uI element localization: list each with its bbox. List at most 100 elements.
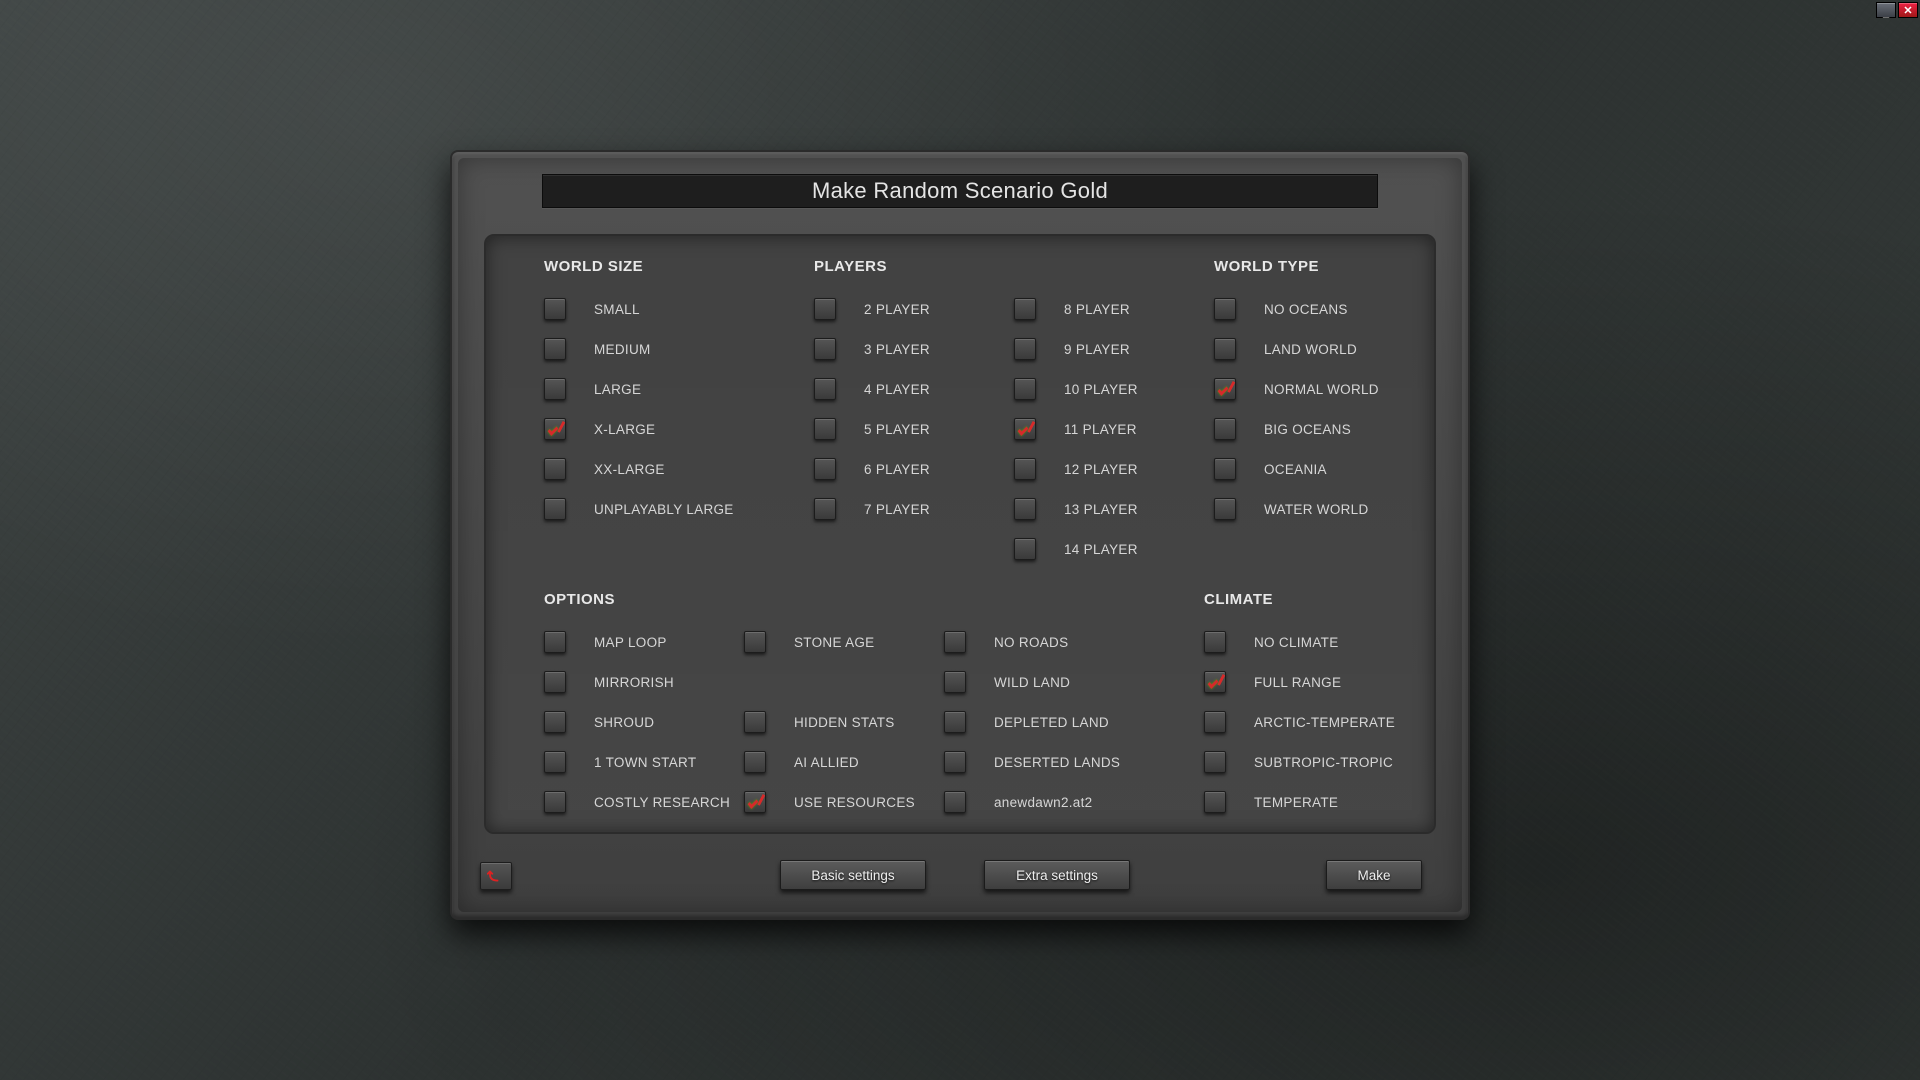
- checkbox[interactable]: [1014, 458, 1036, 480]
- checkbox[interactable]: [814, 418, 836, 440]
- players-option[interactable]: 7 PLAYER: [814, 489, 1014, 529]
- basic-settings-button[interactable]: Basic settings: [780, 860, 926, 890]
- world-type-option[interactable]: OCEANIA: [1214, 449, 1454, 489]
- checkbox[interactable]: [544, 711, 566, 733]
- players-option[interactable]: 6 PLAYER: [814, 449, 1014, 489]
- checkbox[interactable]: [1204, 631, 1226, 653]
- checkbox[interactable]: [944, 751, 966, 773]
- world-size-option[interactable]: XX-LARGE: [544, 449, 814, 489]
- make-button[interactable]: Make: [1326, 860, 1422, 890]
- back-arrow-icon: [487, 869, 505, 883]
- options-option[interactable]: DESERTED LANDS: [944, 742, 1204, 782]
- world-size-option[interactable]: LARGE: [544, 369, 814, 409]
- checkbox[interactable]: [1214, 498, 1236, 520]
- checkbox[interactable]: [814, 498, 836, 520]
- options-option[interactable]: SHROUD: [544, 702, 744, 742]
- checkbox[interactable]: [1014, 498, 1036, 520]
- close-button[interactable]: ✕: [1898, 2, 1918, 18]
- checkbox[interactable]: [744, 631, 766, 653]
- option-label: NO OCEANS: [1264, 302, 1348, 317]
- options-option[interactable]: COSTLY RESEARCH: [544, 782, 744, 822]
- climate-option[interactable]: SUBTROPIC-TROPIC: [1204, 742, 1424, 782]
- options-option[interactable]: anewdawn2.at2: [944, 782, 1204, 822]
- checkbox[interactable]: [744, 751, 766, 773]
- option-label: LARGE: [594, 382, 641, 397]
- options-option[interactable]: AI ALLIED: [744, 742, 944, 782]
- checkbox[interactable]: [814, 458, 836, 480]
- players-option[interactable]: 3 PLAYER: [814, 329, 1014, 369]
- option-label: 13 PLAYER: [1064, 502, 1138, 517]
- options-option[interactable]: USE RESOURCES: [744, 782, 944, 822]
- climate-option[interactable]: ARCTIC-TEMPERATE: [1204, 702, 1424, 742]
- world-size-option[interactable]: X-LARGE: [544, 409, 814, 449]
- players-option[interactable]: 14 PLAYER: [1014, 529, 1214, 569]
- checkbox[interactable]: [744, 791, 766, 813]
- checkbox[interactable]: [814, 338, 836, 360]
- checkbox[interactable]: [1214, 378, 1236, 400]
- checkbox[interactable]: [1214, 338, 1236, 360]
- options-option[interactable]: HIDDEN STATS: [744, 702, 944, 742]
- checkbox[interactable]: [544, 631, 566, 653]
- checkbox[interactable]: [944, 631, 966, 653]
- climate-option[interactable]: NO CLIMATE: [1204, 622, 1424, 662]
- checkbox[interactable]: [1214, 298, 1236, 320]
- players-option[interactable]: 8 PLAYER: [1014, 289, 1214, 329]
- checkbox[interactable]: [814, 378, 836, 400]
- checkbox[interactable]: [1014, 418, 1036, 440]
- players-option[interactable]: 4 PLAYER: [814, 369, 1014, 409]
- checkbox[interactable]: [544, 458, 566, 480]
- players-option[interactable]: 11 PLAYER: [1014, 409, 1214, 449]
- checkbox[interactable]: [544, 498, 566, 520]
- checkbox[interactable]: [544, 418, 566, 440]
- checkbox[interactable]: [744, 711, 766, 733]
- options-option[interactable]: MIRRORISH: [544, 662, 744, 702]
- checkbox[interactable]: [1014, 538, 1036, 560]
- world-type-option[interactable]: LAND WORLD: [1214, 329, 1454, 369]
- world-size-option[interactable]: SMALL: [544, 289, 814, 329]
- extra-settings-button[interactable]: Extra settings: [984, 860, 1130, 890]
- world-size-option[interactable]: MEDIUM: [544, 329, 814, 369]
- options-option[interactable]: STONE AGE: [744, 622, 944, 662]
- world-type-option[interactable]: BIG OCEANS: [1214, 409, 1454, 449]
- option-label: HIDDEN STATS: [794, 715, 895, 730]
- minimize-button[interactable]: _: [1876, 2, 1896, 18]
- players-option[interactable]: 2 PLAYER: [814, 289, 1014, 329]
- checkbox[interactable]: [814, 298, 836, 320]
- checkbox[interactable]: [1204, 751, 1226, 773]
- options-option[interactable]: 1 TOWN START: [544, 742, 744, 782]
- players-option[interactable]: 9 PLAYER: [1014, 329, 1214, 369]
- checkbox[interactable]: [944, 671, 966, 693]
- checkbox[interactable]: [1204, 791, 1226, 813]
- checkbox[interactable]: [1214, 418, 1236, 440]
- checkbox[interactable]: [1204, 711, 1226, 733]
- back-button[interactable]: [480, 862, 512, 890]
- checkbox[interactable]: [1014, 338, 1036, 360]
- checkbox[interactable]: [544, 298, 566, 320]
- checkbox[interactable]: [1204, 671, 1226, 693]
- climate-option[interactable]: TEMPERATE: [1204, 782, 1424, 822]
- checkbox[interactable]: [544, 791, 566, 813]
- players-option[interactable]: 13 PLAYER: [1014, 489, 1214, 529]
- world-size-option[interactable]: UNPLAYABLY LARGE: [544, 489, 814, 529]
- players-option[interactable]: 12 PLAYER: [1014, 449, 1214, 489]
- checkbox[interactable]: [1214, 458, 1236, 480]
- climate-option[interactable]: FULL RANGE: [1204, 662, 1424, 702]
- players-option[interactable]: 5 PLAYER: [814, 409, 1014, 449]
- checkbox[interactable]: [944, 791, 966, 813]
- checkbox[interactable]: [544, 338, 566, 360]
- checkbox[interactable]: [1014, 298, 1036, 320]
- options-option[interactable]: NO ROADS: [944, 622, 1204, 662]
- options-option[interactable]: WILD LAND: [944, 662, 1204, 702]
- checkbox[interactable]: [944, 711, 966, 733]
- checkbox[interactable]: [544, 671, 566, 693]
- options-option[interactable]: DEPLETED LAND: [944, 702, 1204, 742]
- players-option[interactable]: 10 PLAYER: [1014, 369, 1214, 409]
- options-option[interactable]: MAP LOOP: [544, 622, 744, 662]
- option-label: WATER WORLD: [1264, 502, 1369, 517]
- checkbox[interactable]: [544, 751, 566, 773]
- checkbox[interactable]: [544, 378, 566, 400]
- checkbox[interactable]: [1014, 378, 1036, 400]
- world-type-option[interactable]: WATER WORLD: [1214, 489, 1454, 529]
- world-type-option[interactable]: NORMAL WORLD: [1214, 369, 1454, 409]
- world-type-option[interactable]: NO OCEANS: [1214, 289, 1454, 329]
